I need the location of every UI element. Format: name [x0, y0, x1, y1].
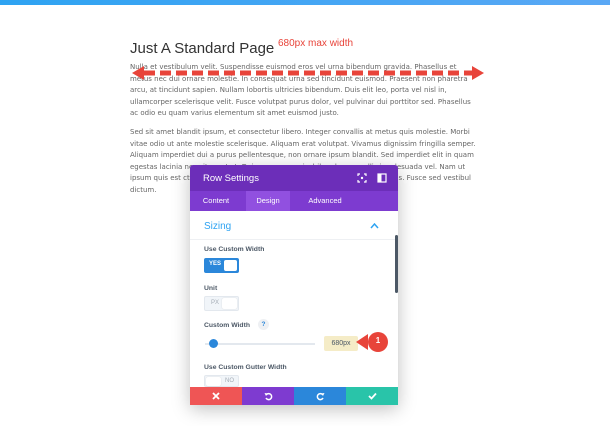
- save-button[interactable]: [346, 387, 398, 405]
- use-custom-width-toggle[interactable]: YES: [204, 258, 239, 273]
- undo-button[interactable]: [242, 387, 294, 405]
- discard-button[interactable]: [190, 387, 242, 405]
- help-icon[interactable]: ?: [258, 319, 269, 330]
- toggle-knob: [206, 377, 221, 386]
- unit-toggle[interactable]: PX: [204, 296, 239, 311]
- custom-width-input[interactable]: 680px: [324, 336, 358, 351]
- redo-button[interactable]: [294, 387, 346, 405]
- gutter-width-toggle[interactable]: NO: [204, 375, 239, 387]
- gutter-toggle-value: NO: [225, 378, 234, 384]
- callout-badge-number: 1: [375, 336, 381, 345]
- redo-icon: [316, 392, 324, 400]
- slider-handle[interactable]: [209, 339, 219, 348]
- custom-width-slider[interactable]: [205, 343, 315, 345]
- width-arrow-icon: [132, 66, 484, 80]
- check-icon: [367, 392, 377, 400]
- modal-footer: [190, 387, 398, 405]
- modal-overlay-layer: YES Unit PX Custom Width ? 680px 1 Use C…: [190, 165, 398, 405]
- toggle-knob: [222, 298, 237, 309]
- toggle-knob: [224, 260, 237, 271]
- unit-label: Unit: [204, 285, 218, 292]
- page-title: Just A Standard Page: [130, 40, 275, 57]
- modal-scrollbar[interactable]: [395, 235, 398, 293]
- close-icon: [212, 392, 220, 400]
- custom-width-label: Custom Width: [204, 322, 250, 329]
- max-width-annotation: 680px max width: [278, 38, 354, 49]
- toggle-yes-label: YES: [209, 261, 222, 267]
- unit-value: PX: [211, 300, 220, 306]
- use-custom-gutter-width-label: Use Custom Gutter Width: [204, 364, 287, 371]
- undo-icon: [264, 392, 272, 400]
